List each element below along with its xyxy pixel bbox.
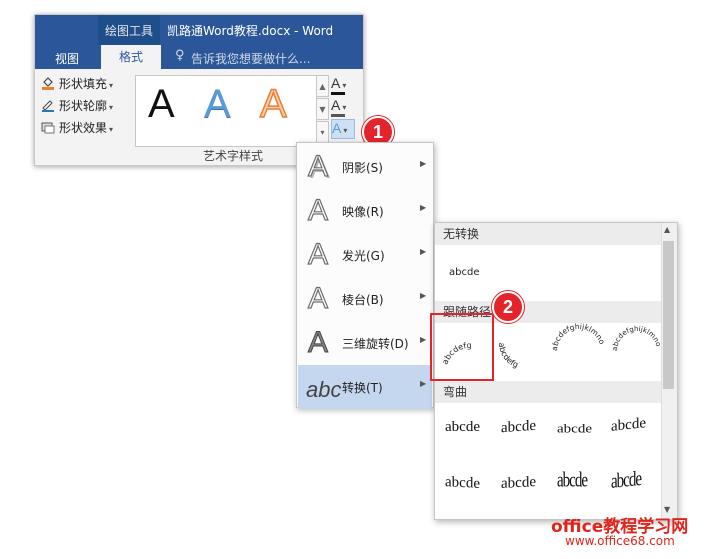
text-effects-button[interactable]: A ▾ bbox=[331, 119, 355, 139]
tell-me-box[interactable]: 告诉我您想要做什么... bbox=[191, 50, 310, 67]
pen-outline-icon bbox=[41, 98, 55, 112]
shape-effects-icon bbox=[41, 120, 55, 134]
transform-abc-icon: abc bbox=[306, 377, 342, 402]
menu-item-label: 三维旋转(D) bbox=[342, 337, 409, 351]
gallery-scroll-down[interactable]: ▼ bbox=[316, 98, 329, 120]
shape-effects-label: 形状效果 bbox=[59, 121, 108, 135]
warp-option-1[interactable]: abcde bbox=[445, 419, 480, 436]
menu-item-label: 转换(T) bbox=[342, 381, 383, 395]
gallery-scroll-up[interactable]: ▲ bbox=[316, 75, 329, 97]
bevel-a-icon: A bbox=[307, 281, 329, 315]
text-outline-color-bar bbox=[331, 114, 345, 117]
shadow-a-icon: A bbox=[307, 149, 329, 183]
reflection-a-icon: A bbox=[307, 193, 329, 227]
chevron-down-icon: ▾ bbox=[109, 125, 114, 134]
warp-option-3[interactable]: abcde bbox=[557, 422, 592, 436]
warp-option-2[interactable]: abcde bbox=[501, 418, 536, 437]
scrollbar-thumb[interactable] bbox=[663, 241, 674, 389]
chevron-right-icon: ▶ bbox=[420, 247, 427, 256]
chevron-right-icon: ▶ bbox=[420, 379, 427, 388]
menu-item-shadow[interactable]: A 阴影(S) ▶ bbox=[298, 145, 432, 189]
highlight-box bbox=[430, 313, 494, 381]
paint-bucket-icon bbox=[41, 76, 55, 90]
menu-item-label: 发光(G) bbox=[342, 249, 385, 263]
section-header-no-transform: 无转换 bbox=[435, 223, 661, 245]
text-effects-icon: A bbox=[332, 120, 342, 136]
follow-path-circle[interactable]: abcdefghijklmno bbox=[550, 323, 607, 351]
shape-outline-button[interactable]: 形状轮廓 ▾ bbox=[41, 97, 113, 117]
wordart-style-gallery[interactable]: A A A bbox=[135, 75, 317, 147]
glow-a-icon: A bbox=[307, 237, 329, 271]
menu-item-reflection[interactable]: A 映像(R) ▶ bbox=[298, 189, 432, 233]
tab-format[interactable]: 格式 bbox=[101, 45, 161, 69]
warp-option-7[interactable]: abcde bbox=[557, 470, 588, 494]
wordart-style-blue[interactable]: A bbox=[204, 82, 231, 127]
lightbulb-icon: ♀ bbox=[175, 48, 185, 63]
chevron-down-icon: ▾ bbox=[342, 103, 347, 112]
chevron-right-icon: ▶ bbox=[420, 159, 427, 168]
transform-none-option[interactable]: abcde bbox=[449, 267, 479, 278]
document-title: 凯路通Word教程.docx - Word bbox=[167, 24, 334, 38]
menu-item-bevel[interactable]: A 棱台(B) ▶ bbox=[298, 277, 432, 321]
tab-view[interactable]: 视图 bbox=[55, 50, 79, 67]
warp-option-8[interactable]: abcde bbox=[611, 468, 641, 495]
section-header-warp: 弯曲 bbox=[435, 381, 661, 403]
callout-2: 2 bbox=[492, 291, 524, 323]
text-fill-icon: A bbox=[331, 75, 341, 91]
chevron-down-icon: ▾ bbox=[342, 81, 347, 90]
shape-effects-button[interactable]: 形状效果 ▾ bbox=[41, 119, 113, 139]
text-effects-menu: A 阴影(S) ▶ A 映像(R) ▶ A 发光(G) ▶ A 棱台(B) ▶ … bbox=[296, 142, 434, 409]
follow-path-button[interactable]: abcdefghijklmno bbox=[611, 325, 661, 351]
chevron-down-icon: ▾ bbox=[109, 103, 114, 112]
chevron-right-icon: ▶ bbox=[420, 203, 427, 212]
chevron-right-icon: ▶ bbox=[420, 335, 427, 344]
menu-item-label: 棱台(B) bbox=[342, 293, 384, 307]
wordart-style-orange[interactable]: A bbox=[259, 81, 287, 127]
shape-outline-label: 形状轮廓 bbox=[59, 99, 108, 113]
text-outline-button[interactable]: A ▾ bbox=[331, 97, 355, 117]
scroll-up-icon[interactable]: ▲ bbox=[664, 225, 670, 234]
shape-fill-button[interactable]: 形状填充 ▾ bbox=[41, 75, 113, 95]
shape-fill-label: 形状填充 bbox=[59, 77, 108, 91]
follow-path-arch-down[interactable]: abcdefg bbox=[497, 342, 520, 369]
warp-option-5[interactable]: abcde bbox=[445, 474, 480, 493]
menu-item-glow[interactable]: A 发光(G) ▶ bbox=[298, 233, 432, 277]
3d-rotation-a-icon: A bbox=[307, 326, 329, 360]
menu-item-transform[interactable]: abc 转换(T) ▶ bbox=[298, 365, 432, 409]
chevron-down-icon: ▾ bbox=[109, 81, 114, 90]
watermark-url: www.office68.com bbox=[565, 534, 675, 548]
menu-item-3d-rotation[interactable]: A 三维旋转(D) ▶ bbox=[298, 321, 432, 365]
text-outline-icon: A bbox=[331, 97, 341, 113]
wordart-styles-group-label: 艺术字样式 bbox=[203, 149, 264, 163]
chevron-down-icon: ▾ bbox=[343, 126, 348, 135]
contextual-label: 绘图工具 bbox=[105, 24, 154, 38]
menu-item-label: 映像(R) bbox=[342, 205, 384, 219]
chevron-right-icon: ▶ bbox=[420, 291, 427, 300]
warp-option-4[interactable]: abcde bbox=[611, 415, 646, 436]
wordart-style-black[interactable]: A bbox=[148, 82, 175, 127]
warp-option-6[interactable]: abcde bbox=[501, 474, 536, 493]
text-fill-button[interactable]: A ▾ bbox=[331, 75, 355, 95]
menu-item-label: 阴影(S) bbox=[342, 161, 383, 175]
text-fill-color-bar bbox=[331, 92, 345, 95]
